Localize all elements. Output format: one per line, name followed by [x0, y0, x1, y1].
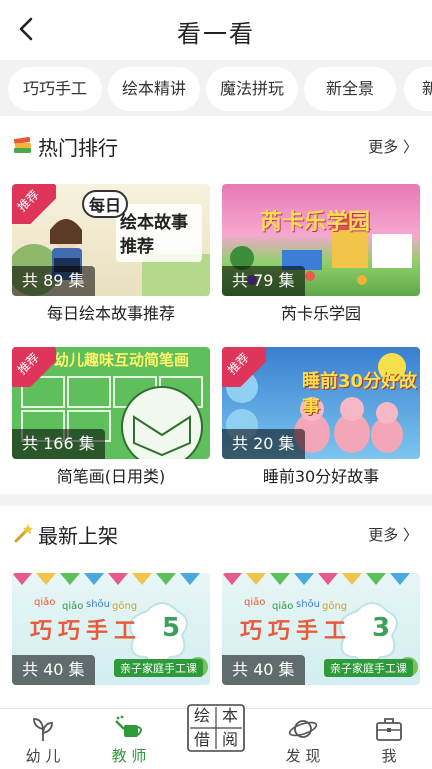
stack-books-icon [13, 137, 31, 153]
latest-section-header: 最新上架 更多 〉 [0, 512, 432, 556]
hot-section-header: 热门排行 更多 〉 [0, 124, 432, 168]
thumbnail: 幼儿趣味互动简笔画 推荐 共 166 集 [12, 347, 210, 459]
latest-card-handcraft-3[interactable]: qiǎo qiǎo shǒu gōng 巧巧手工 3 亲子家庭手工课 共 40 … [222, 573, 420, 685]
thumbnail: 芮卡乐学园 共 79 集 [222, 184, 420, 296]
pinyin-2: qiǎo [62, 601, 84, 612]
pinyin-3: shǒu [86, 599, 111, 610]
thumbnail: qiǎo qiǎo shǒu gōng 巧巧手工 5 亲子家庭手工课 共 40 … [12, 573, 210, 685]
latest-card-handcraft-5[interactable]: qiǎo qiǎo shǒu gōng 巧巧手工 5 亲子家庭手工课 共 40 … [12, 573, 210, 685]
badge-char-3: 借 [193, 730, 210, 749]
nav-label: 教 师 [111, 747, 147, 765]
page-title: 看一看 [177, 20, 255, 48]
recommend-badge: 推荐 [222, 347, 266, 387]
pinyin-4: gōng [322, 601, 348, 612]
nav-item-me[interactable]: 我 [346, 709, 432, 769]
tab-xin-quanjing[interactable]: 新全景 [304, 67, 396, 111]
header: 看一看 [0, 0, 432, 60]
badge-char-2: 本 [221, 706, 238, 725]
section-divider [0, 494, 432, 506]
thumb-label-drawing: 幼儿趣味互动简笔画 [54, 351, 190, 369]
thumb-label-ruika: 芮卡乐学园 [260, 210, 371, 235]
volume-number: 5 [162, 613, 181, 643]
recommend-badge: 推荐 [12, 347, 56, 387]
card-title: 睡前30分好故事 [262, 467, 380, 486]
card-title: 芮卡乐学园 [280, 304, 361, 323]
latest-more-link[interactable]: 更多 〉 [368, 524, 418, 545]
pinyin-2: qiǎo [272, 601, 294, 612]
thumb-subtitle: 亲子家庭手工课 [324, 659, 413, 677]
nav-label: 幼 儿 [25, 747, 61, 765]
more-label: 更多 [368, 138, 399, 156]
more-label: 更多 [368, 526, 399, 544]
hot-card-bedtime-stories[interactable]: 睡前30分好故事 推荐 共 20 集 睡前30分好故事 [222, 347, 420, 487]
planet-icon [288, 720, 318, 738]
bottom-nav: 幼 儿 教 师 绘 本 借 阅 发 现 我 [0, 704, 432, 769]
thumb-label-handcraft: 巧巧手工 [30, 619, 143, 644]
badge-char-4: 阅 [221, 730, 238, 749]
nav-label: 发 现 [285, 747, 321, 765]
nav-item-teacher[interactable]: 教 师 [86, 709, 172, 769]
recommend-badge: 推荐 [12, 184, 56, 224]
tab-mofa-pinwan[interactable]: 魔法拼玩 [206, 67, 298, 111]
thumb-subtitle: 亲子家庭手工课 [114, 659, 203, 677]
episode-count: 共 40 集 [222, 655, 305, 685]
chevron-right-icon: 〉 [402, 526, 418, 544]
pinyin-3: shǒu [296, 599, 321, 610]
episode-count: 共 20 集 [222, 429, 305, 459]
hot-card-ruika-school[interactable]: 芮卡乐学园 共 79 集 芮卡乐学园 [222, 184, 420, 324]
pinyin-4: gōng [112, 601, 138, 612]
category-tabs: 巧巧手工 绘本精讲 魔法拼玩 新全景 新 [0, 60, 432, 116]
nav-item-discover[interactable]: 发 现 [260, 709, 346, 769]
tab-qiaoqiao-shougong[interactable]: 巧巧手工 [8, 67, 102, 111]
thumbnail: 睡前30分好故事 推荐 共 20 集 [222, 347, 420, 459]
hot-more-link[interactable]: 更多 〉 [368, 136, 418, 157]
nav-label: 我 [381, 747, 397, 765]
episode-count: 共 40 集 [12, 655, 95, 685]
volume-number: 3 [372, 613, 391, 643]
hot-section-title: 热门排行 [38, 136, 118, 160]
watering-can-icon [115, 715, 142, 737]
card-title: 每日绘本故事推荐 [46, 304, 175, 323]
thumb-label-recommend: 推荐 [120, 237, 154, 257]
episode-count: 共 89 集 [12, 266, 95, 296]
pinyin-1: qiǎo [34, 597, 56, 608]
thumb-label-handcraft: 巧巧手工 [240, 619, 353, 644]
magic-wand-icon [14, 524, 33, 543]
episode-count: 共 79 集 [222, 266, 305, 296]
nav-item-children[interactable]: 幼 儿 [0, 709, 86, 769]
briefcase-icon [376, 718, 402, 741]
episode-count: 共 166 集 [12, 429, 105, 459]
badge-char-1: 绘 [193, 706, 210, 725]
leaf-icon [33, 718, 53, 741]
tab-huiben-jingjiang[interactable]: 绘本精讲 [108, 67, 200, 111]
nav-item-picture-book-lending[interactable]: 绘 本 借 阅 [186, 703, 246, 753]
thumb-label-story: 绘本故事 [120, 213, 188, 233]
thumb-label-bedtime: 睡前30分好故事 [302, 371, 418, 418]
latest-section-title: 最新上架 [38, 524, 118, 548]
thumbnail: qiǎo qiǎo shǒu gōng 巧巧手工 3 亲子家庭手工课 共 40 … [222, 573, 420, 685]
card-title: 简笔画(日用类) [56, 467, 166, 486]
pinyin-1: qiǎo [244, 597, 266, 608]
hot-card-simple-drawing[interactable]: 幼儿趣味互动简笔画 推荐 共 166 集 简笔画(日用类) [12, 347, 210, 487]
hot-card-daily-picture-book[interactable]: 每日 绘本故事 推荐 推荐 共 89 集 每日绘本故事推荐 [12, 184, 210, 324]
tab-partial[interactable]: 新 [404, 67, 432, 111]
chevron-right-icon: 〉 [402, 138, 418, 156]
thumbnail: 每日 绘本故事 推荐 推荐 共 89 集 [12, 184, 210, 296]
